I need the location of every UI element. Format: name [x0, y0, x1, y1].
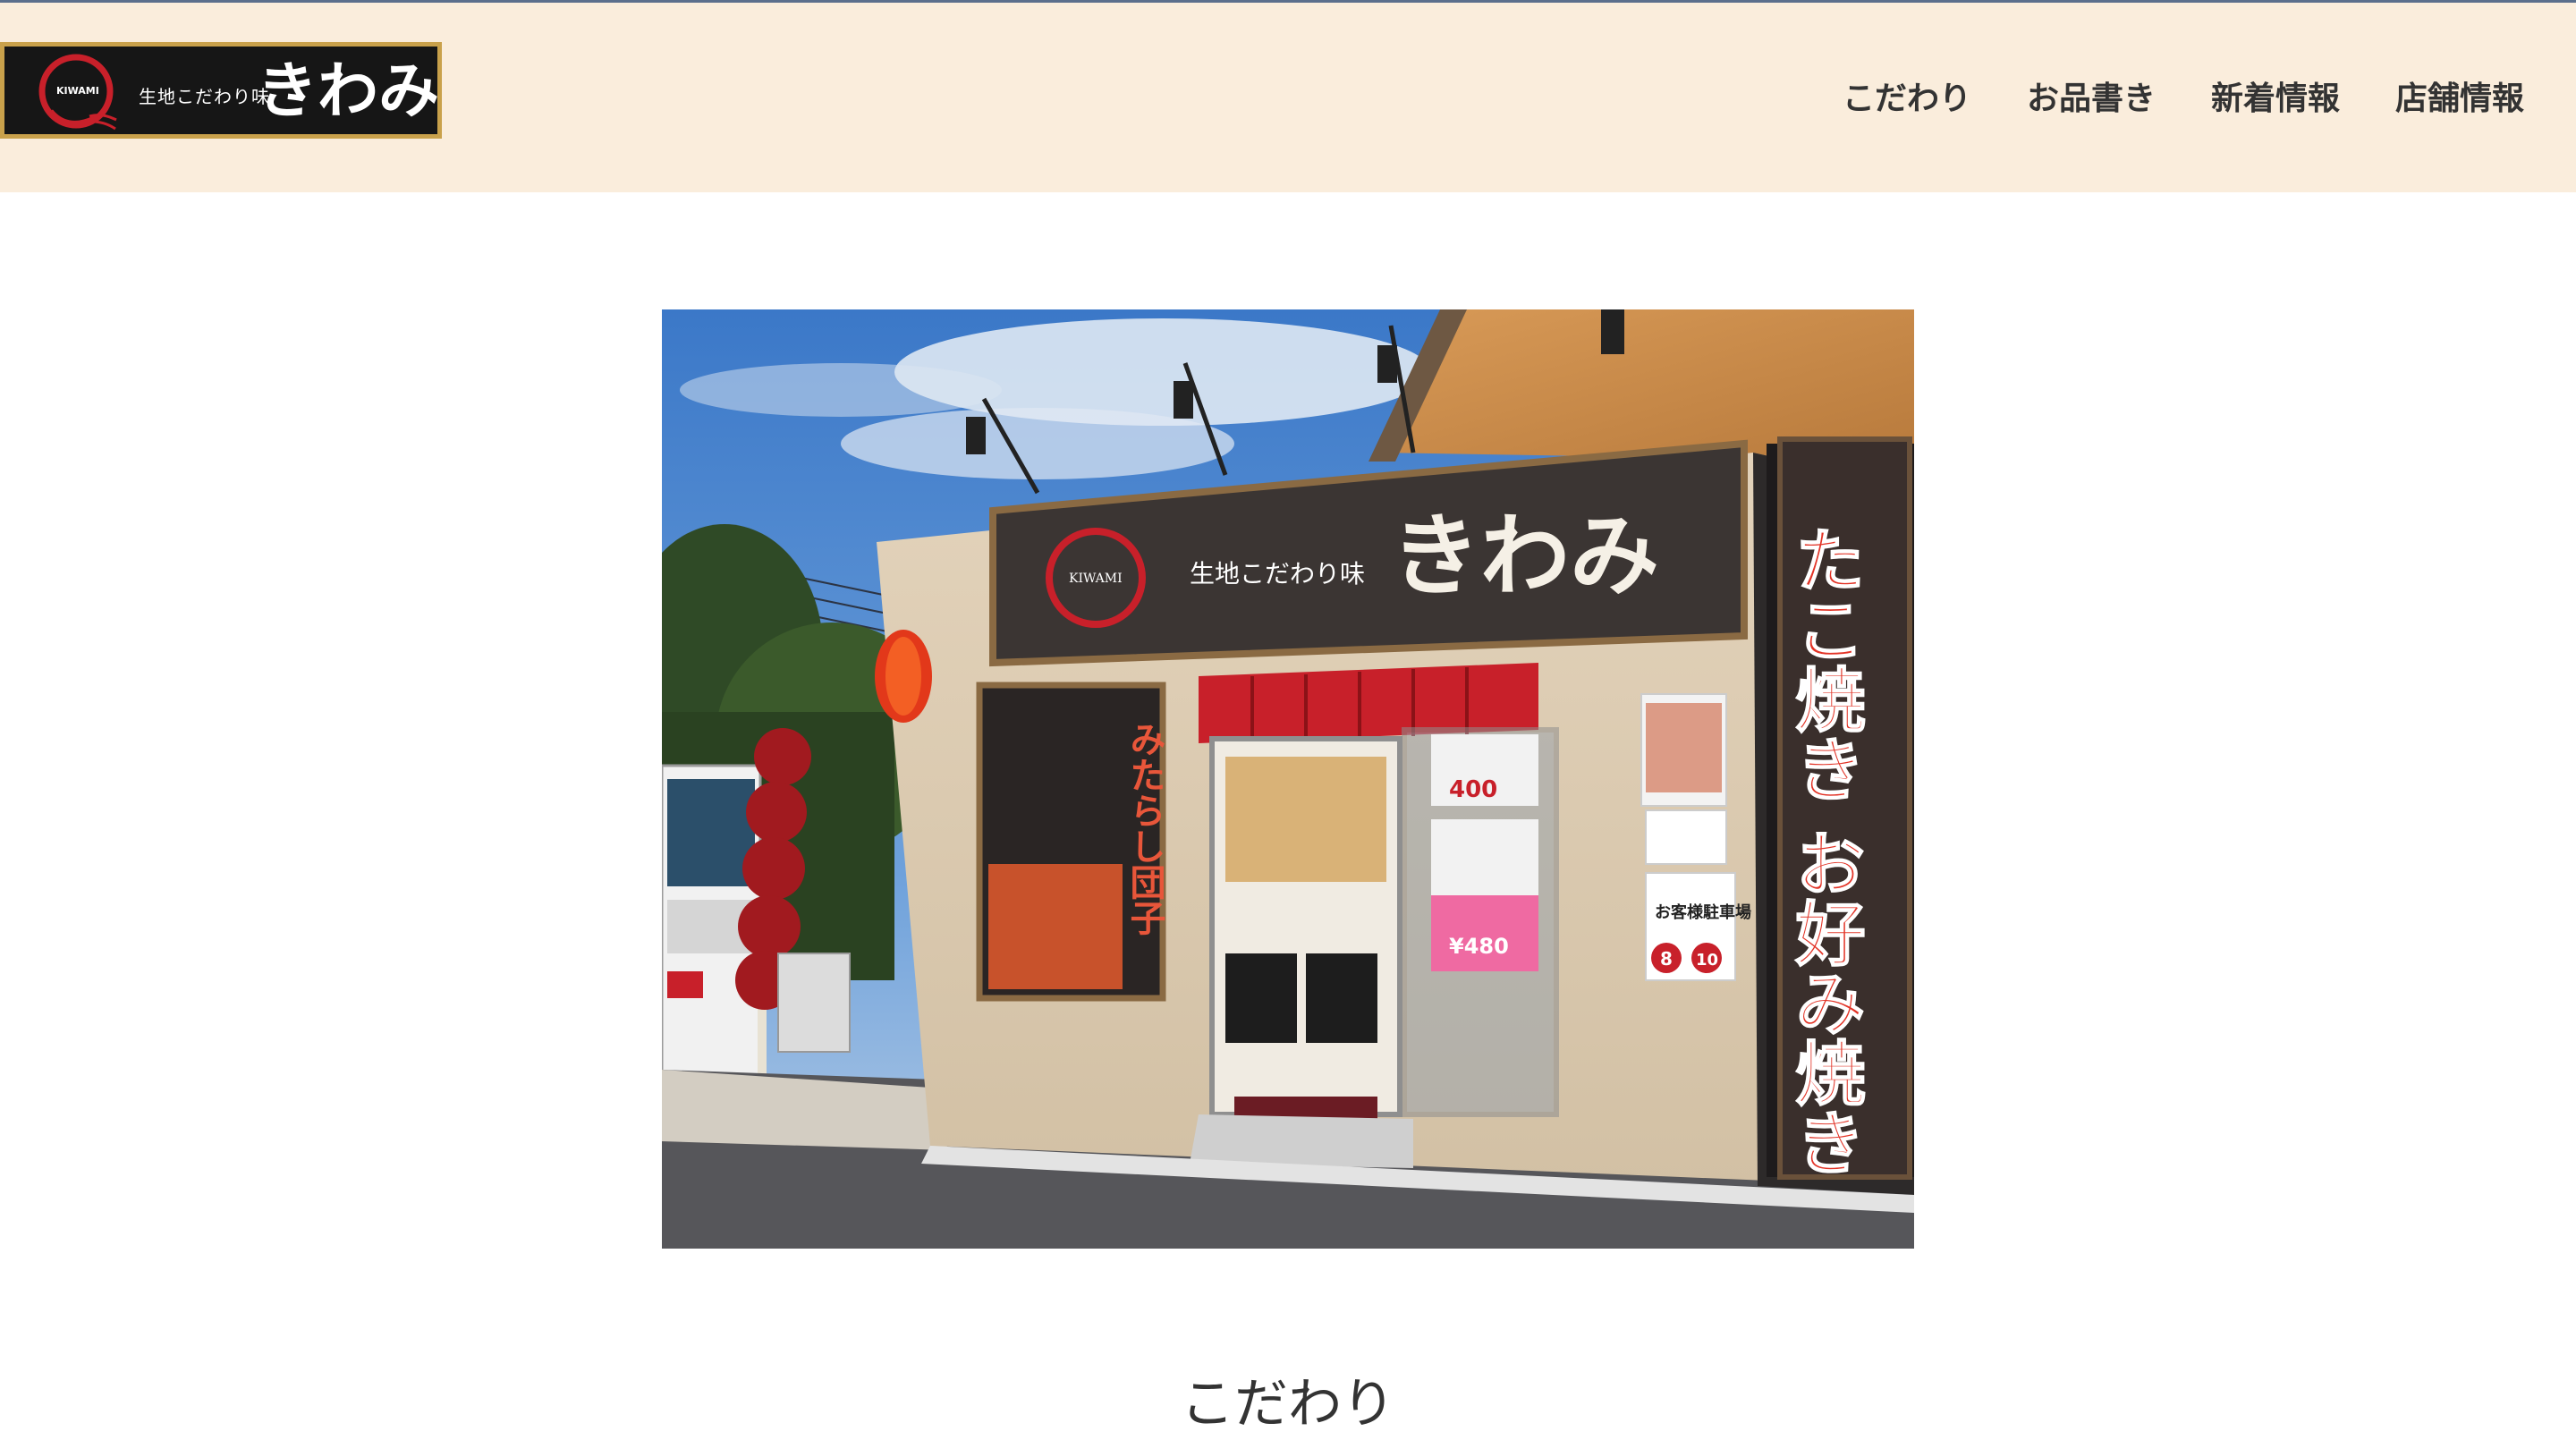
logo-title: きわみ: [257, 55, 440, 127]
nav-item-store-info[interactable]: 店舗情報: [2395, 72, 2524, 119]
poster-left-title: みたらし団子: [1124, 721, 1166, 936]
parking-sign-text: お客様駐車場: [1655, 902, 1751, 922]
nav-item-kodawari[interactable]: こだわり: [1843, 72, 1971, 119]
logo-latin-text: KIWAMI: [56, 85, 99, 97]
site-header: KIWAMI 生地こだわり味 きわみ こだわり お品書き 新着情報 店舗情報: [0, 3, 2576, 192]
storefront-illustration: KIWAMI 生地こだわり味 きわみ みたらし団子 400 ¥480 お客様駐車…: [662, 309, 1914, 1249]
sign-latin-text: KIWAMI: [1069, 572, 1123, 586]
nav-item-news[interactable]: 新着情報: [2211, 72, 2340, 119]
poster-price-2: ¥480: [1449, 934, 1509, 959]
sign-subtitle: 生地こだわり味: [1190, 559, 1365, 589]
logo-subtitle: 生地こだわり味: [139, 86, 270, 107]
storefront-photo: KIWAMI 生地こだわり味 きわみ みたらし団子 400 ¥480 お客様駐車…: [662, 309, 1914, 1249]
main-nav: こだわり お品書き 新着情報 店舗情報: [1843, 72, 2524, 119]
nav-item-menu[interactable]: お品書き: [2027, 72, 2156, 119]
sign-title: きわみ: [1391, 503, 1659, 608]
site-logo[interactable]: KIWAMI 生地こだわり味 きわみ: [0, 42, 442, 139]
section-heading: こだわり: [1181, 1373, 1395, 1436]
poster-price-1: 400: [1449, 776, 1497, 803]
parking-number-1: 8: [1660, 948, 1673, 970]
parking-number-2: 10: [1696, 951, 1718, 970]
banner-right-text: たこ焼き お好み焼き: [1784, 524, 1867, 1176]
